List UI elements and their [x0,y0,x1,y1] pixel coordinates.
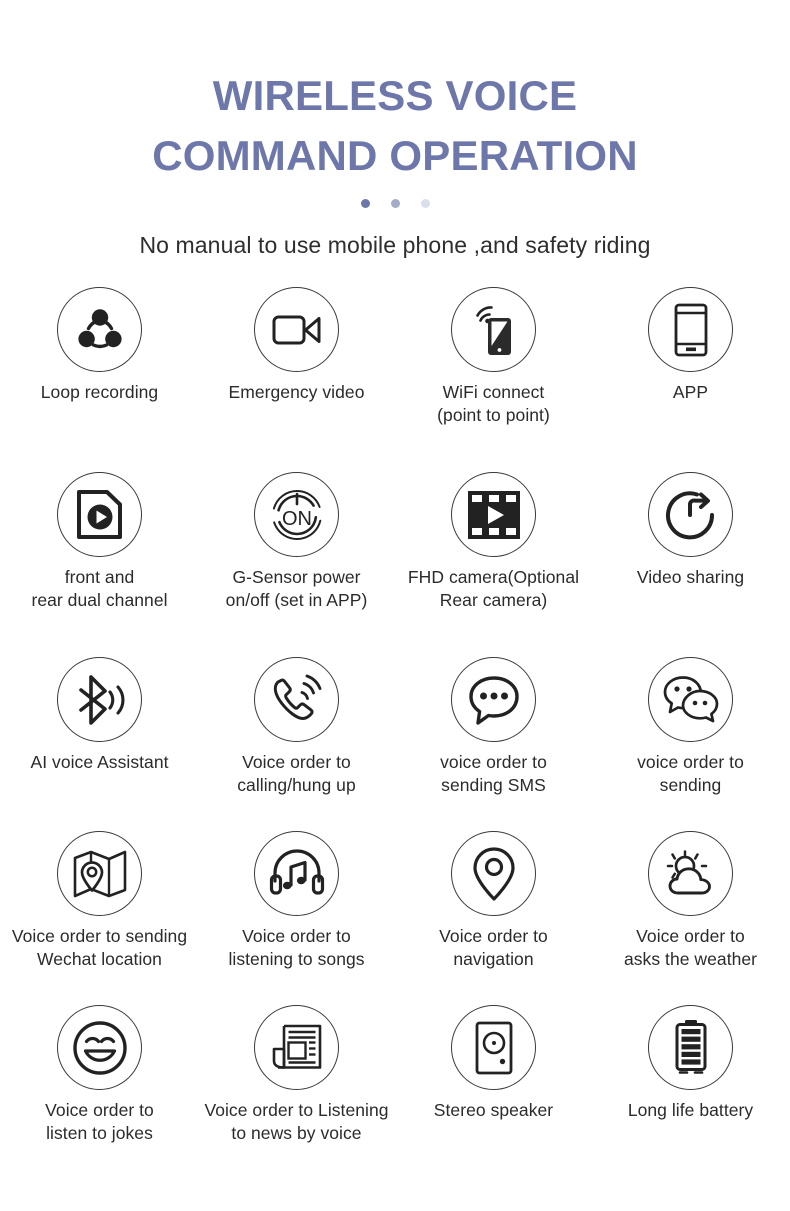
feature-item[interactable]: front and rear dual channel [1,472,198,646]
feature-item[interactable]: ON G-Sensor power on/off (set in APP) [198,472,395,646]
wifi-phone-icon [451,287,536,373]
location-pin-icon [451,831,536,917]
speaker-icon [451,1005,536,1091]
bluetooth-voice-icon [57,657,142,743]
sun-cloud-icon [648,831,733,917]
page-title-line-1: WIRELESS VOICE [212,72,578,119]
carousel-dot-2[interactable] [390,199,400,209]
feature-item[interactable]: Video sharing [592,472,789,646]
feature-item[interactable]: Voice order to listening to songs [198,831,395,1005]
feature-item[interactable]: voice order to sending [592,657,789,831]
feature-label: WiFi connect (point to point) [437,382,550,426]
feature-label: G-Sensor power on/off (set in APP) [225,567,368,611]
feature-item[interactable]: Voice order to navigation [395,831,592,1005]
feature-item[interactable]: Voice order to asks the weather [592,831,789,1005]
feature-item[interactable]: Voice order to Listening to news by voic… [198,1005,395,1179]
smartphone-icon [648,287,733,373]
phone-call-icon [254,657,339,743]
feature-item[interactable]: WiFi connect (point to point) [395,287,592,472]
svg-text:ON: ON [282,508,312,530]
feature-item[interactable]: Stereo speaker [395,1005,592,1179]
feature-item[interactable]: FHD camera(Optional Rear camera) [395,472,592,657]
feature-label: Stereo speaker [433,1100,554,1121]
feature-label: voice order to sending SMS [440,752,547,796]
feature-item[interactable]: APP [592,287,789,461]
carousel-dot-1[interactable] [360,199,370,209]
page-title: WIRELESS VOICE COMMAND OPERATION [0,66,790,185]
feature-item[interactable]: Voice order to listen to jokes [1,1005,198,1179]
feature-label: AI voice Assistant [30,752,169,773]
wechat-bubbles-icon [648,657,733,743]
feature-label: Voice order to sending Wechat location [11,926,188,970]
share-circle-arrow-icon [648,472,733,558]
feature-grid: Loop recording Emergency video WiFi conn… [0,287,790,1179]
feature-item[interactable]: Voice order to sending Wechat location [1,831,198,1005]
map-pin-icon [57,831,142,917]
loop-recording-icon [57,287,142,373]
feature-item[interactable]: Voice order to calling/hung up [198,657,395,831]
page-root: WIRELESS VOICE COMMAND OPERATION No manu… [0,0,790,1211]
feature-label: FHD camera(Optional Rear camera) [407,567,580,611]
feature-label: Voice order to calling/hung up [237,752,356,796]
newspaper-icon [254,1005,339,1091]
feature-item[interactable]: Emergency video [198,287,395,461]
feature-label: APP [672,382,709,403]
feature-label: front and rear dual channel [31,567,168,611]
headphones-music-icon [254,831,339,917]
camcorder-icon [254,287,339,373]
page-subtitle: No manual to use mobile phone ,and safet… [139,232,651,259]
video-file-play-icon [57,472,142,558]
feature-label: Long life battery [627,1100,754,1121]
page-header: WIRELESS VOICE COMMAND OPERATION No manu… [0,0,790,259]
power-on-icon: ON [254,472,339,558]
carousel-dot-3[interactable] [420,199,430,209]
feature-label: Voice order to asks the weather [623,926,758,970]
feature-label: Voice order to navigation [439,926,548,970]
feature-label: voice order to sending [637,752,744,796]
film-strip-play-icon [451,472,536,558]
page-title-line-2: COMMAND OPERATION [152,131,638,179]
feature-label: Voice order to listening to songs [228,926,365,970]
feature-item[interactable]: Long life battery [592,1005,789,1179]
feature-label: Video sharing [636,567,745,588]
feature-label: Emergency video [228,382,365,403]
feature-label: Loop recording [40,382,159,403]
battery-icon [648,1005,733,1091]
carousel-dots [0,199,790,209]
feature-item[interactable]: Loop recording [1,287,198,461]
feature-label: Voice order to Listening to news by voic… [204,1100,389,1144]
feature-item[interactable]: AI voice Assistant [1,657,198,831]
speech-bubble-icon [451,657,536,743]
smiley-face-icon [57,1005,142,1091]
feature-label: Voice order to listen to jokes [45,1100,154,1144]
feature-item[interactable]: voice order to sending SMS [395,657,592,831]
